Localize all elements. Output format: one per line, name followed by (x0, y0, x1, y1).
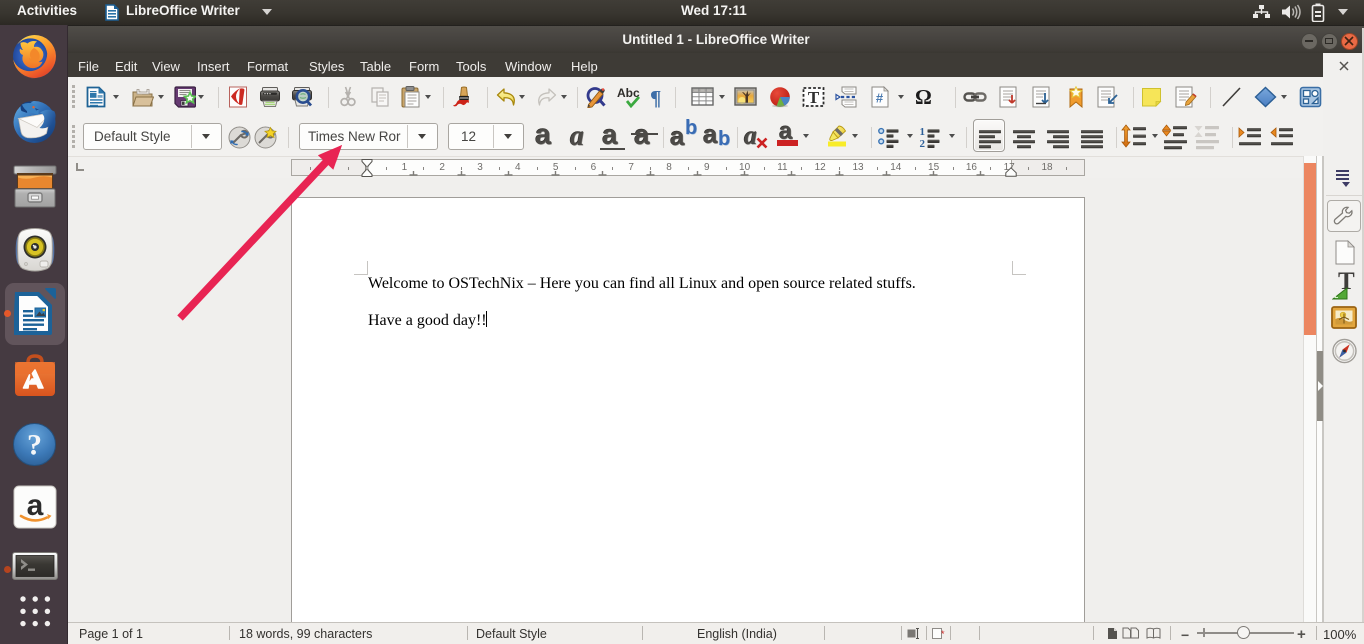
svg-text:#: # (876, 91, 884, 106)
svg-text:T: T (808, 88, 820, 107)
svg-text:2: 2 (920, 138, 926, 149)
svg-text:a: a (27, 489, 44, 522)
svg-text:*: * (941, 629, 945, 639)
svg-text:?: ? (27, 429, 42, 462)
svg-text:1: 1 (920, 126, 926, 138)
